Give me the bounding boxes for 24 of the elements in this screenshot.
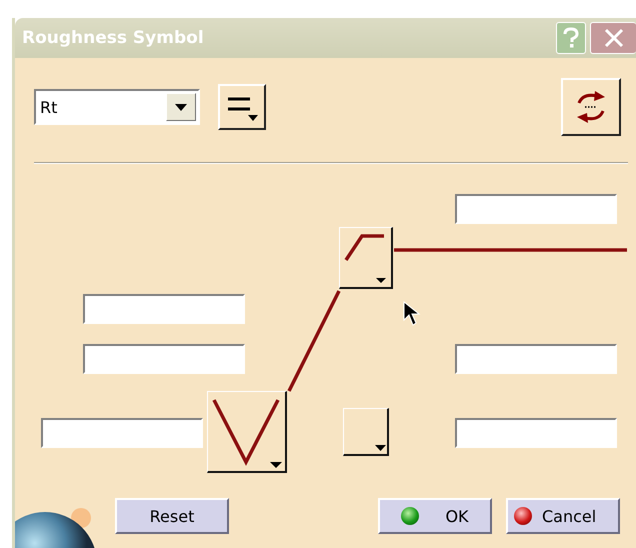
close-icon [602,27,624,49]
mouse-pointer-icon [403,301,421,327]
input-field[interactable] [455,194,617,224]
input-field[interactable] [41,418,203,448]
input-field[interactable] [455,344,617,374]
input-field[interactable] [455,418,617,448]
window-title: Roughness Symbol [21,28,204,48]
type-dropdown[interactable]: Rt [34,89,200,125]
ok-button[interactable]: OK [378,498,492,534]
cancel-icon [514,507,532,525]
v-symbol-button[interactable] [207,391,287,473]
input-field[interactable] [83,344,245,374]
ok-icon [401,507,420,525]
reset-button[interactable]: Reset [115,498,229,534]
cancel-button[interactable]: Cancel [506,498,620,534]
close-button[interactable] [590,22,636,54]
dropdown-button[interactable] [343,408,389,456]
lay-button[interactable] [218,84,266,130]
lay-symbol-button[interactable] [339,227,393,289]
input-field[interactable] [83,294,245,324]
swap-button[interactable] [561,78,621,136]
caret-icon [375,445,386,451]
dropdown-value: Rt [39,98,58,116]
help-icon [562,27,580,49]
